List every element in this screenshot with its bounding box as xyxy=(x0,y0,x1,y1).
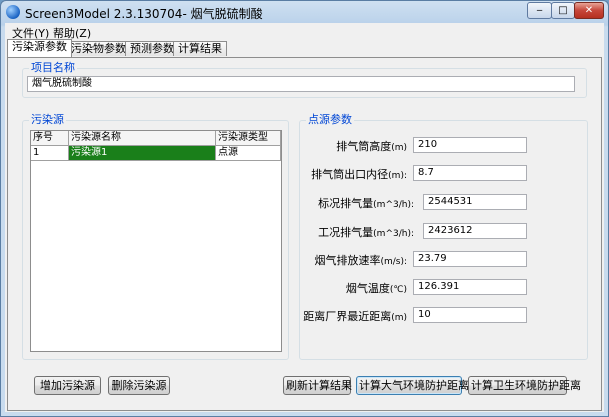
project-name-field[interactable]: 烟气脱硫制酸 xyxy=(27,76,575,92)
title-bar[interactable]: Screen3Model 2.3.130704- 烟气脱硫制酸 ‒ □ ✕ xyxy=(1,1,608,23)
tab-prediction-params[interactable]: 预测参数 xyxy=(125,41,179,56)
sources-group-label: 污染源 xyxy=(29,113,66,126)
stack-height-field[interactable]: 210 xyxy=(413,137,527,153)
sources-table[interactable]: 序号 污染源名称 污染源类型 1 污染源1 点源 xyxy=(30,130,282,352)
operating-flow-label: 工况排气量(m^3/h): xyxy=(318,226,414,239)
client-area: 文件(Y) 帮助(Z) 污染源参数 污染物参数 预测参数 计算结果 项目名称 烟… xyxy=(5,23,604,412)
cell-index[interactable]: 1 xyxy=(31,146,69,161)
standard-flow-label: 标况排气量(m^3/h): xyxy=(318,197,414,210)
gas-temperature-field[interactable]: 126.391 xyxy=(413,279,527,295)
tab-strip: 污染源参数 污染物参数 预测参数 计算结果 xyxy=(5,39,604,58)
delete-source-button[interactable]: 删除污染源 xyxy=(108,376,170,395)
point-params-group-label: 点源参数 xyxy=(306,113,354,126)
point-params-group: 点源参数 排气筒高度(m) 210 排气筒出口内径(m): 8.7 标况排气量(… xyxy=(299,114,588,360)
project-group: 项目名称 烟气脱硫制酸 xyxy=(22,62,587,98)
boundary-distance-field[interactable]: 10 xyxy=(413,307,527,323)
standard-flow-field[interactable]: 2544531 xyxy=(423,194,527,210)
cell-type[interactable]: 点源 xyxy=(216,146,281,161)
exit-velocity-field[interactable]: 23.79 xyxy=(413,251,527,267)
column-header-index[interactable]: 序号 xyxy=(31,131,69,146)
project-group-label: 项目名称 xyxy=(29,61,77,74)
maximize-icon: □ xyxy=(558,5,568,16)
calc-air-distance-button[interactable]: 计算大气环境防护距离 xyxy=(356,376,469,395)
app-window: Screen3Model 2.3.130704- 烟气脱硫制酸 ‒ □ ✕ 文件… xyxy=(0,0,609,417)
close-button[interactable]: ✕ xyxy=(574,2,604,19)
sources-group: 污染源 序号 污染源名称 污染源类型 1 污染源1 点源 xyxy=(22,114,289,360)
column-header-type[interactable]: 污染源类型 xyxy=(216,131,281,146)
calc-sanitary-distance-button[interactable]: 计算卫生环境防护距离 xyxy=(468,376,581,395)
tab-results[interactable]: 计算结果 xyxy=(173,41,227,56)
stack-height-label: 排气筒高度(m) xyxy=(336,140,407,153)
maximize-button[interactable]: □ xyxy=(551,2,575,19)
outlet-diameter-label: 排气筒出口内径(m): xyxy=(311,168,407,181)
add-source-button[interactable]: 增加污染源 xyxy=(34,376,101,395)
minimize-icon: ‒ xyxy=(536,5,543,16)
outlet-diameter-field[interactable]: 8.7 xyxy=(413,165,527,181)
tab-source-params[interactable]: 污染源参数 xyxy=(7,39,72,57)
app-logo-icon xyxy=(6,5,20,19)
operating-flow-field[interactable]: 2423612 xyxy=(423,223,527,239)
close-icon: ✕ xyxy=(584,5,594,16)
refresh-results-button[interactable]: 刷新计算结果 xyxy=(283,376,352,395)
minimize-button[interactable]: ‒ xyxy=(527,2,552,19)
exit-velocity-label: 烟气排放速率(m/s): xyxy=(314,254,407,267)
column-header-name[interactable]: 污染源名称 xyxy=(69,131,216,146)
tab-pollutant-params[interactable]: 污染物参数 xyxy=(66,41,131,56)
window-title: Screen3Model 2.3.130704- 烟气脱硫制酸 xyxy=(25,7,263,21)
sources-table-header: 序号 污染源名称 污染源类型 xyxy=(31,131,281,146)
tab-panel-source-params: 项目名称 烟气脱硫制酸 污染源 序号 污染源名称 污染源类型 1 污染源1 点源 xyxy=(7,57,602,411)
boundary-distance-label: 距离厂界最近距离(m) xyxy=(303,310,407,323)
cell-name[interactable]: 污染源1 xyxy=(69,146,216,161)
table-row[interactable]: 1 污染源1 点源 xyxy=(31,146,281,161)
gas-temperature-label: 烟气温度(℃) xyxy=(345,282,407,295)
